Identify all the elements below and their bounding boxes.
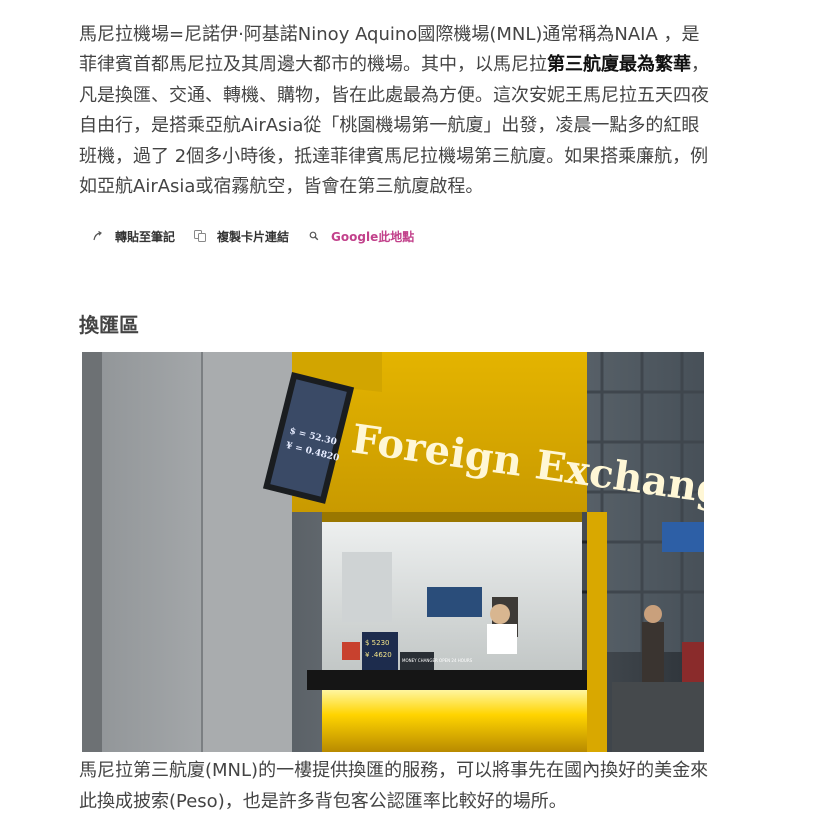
copy-icon bbox=[191, 227, 209, 245]
share-arrow-icon bbox=[89, 227, 107, 245]
counter-notice: MONEY CHANGER OPEN 24 HOURS bbox=[402, 658, 473, 663]
counter-rate-1: $ 5230 bbox=[365, 639, 390, 647]
intro-bold-text: 第三航廈最為繁華 bbox=[547, 54, 691, 76]
intro-paragraph: 馬尼拉機場=尼諾伊·阿基諾Ninoy Aquino國際機場(MNL)通常稱為NA… bbox=[79, 20, 709, 202]
action-bar: 轉貼至筆記 複製卡片連結 Google此地點 bbox=[89, 225, 430, 247]
counter-rate-2: ¥ .4620 bbox=[365, 651, 392, 659]
copy-card-link-button[interactable]: 複製卡片連結 bbox=[191, 227, 289, 245]
save-to-note-label: 轉貼至筆記 bbox=[115, 229, 176, 244]
intro-text-2: ，凡是換匯、交通、轉機、購物，皆在此處最為方便。這次安妮王馬尼拉五天四夜自由行，… bbox=[79, 54, 709, 198]
foreign-exchange-photo: $ = 52.30 ¥ = 0.4820 Foreign Exchange MO… bbox=[82, 352, 704, 752]
copy-card-link-label: 複製卡片連結 bbox=[217, 229, 290, 244]
save-to-note-button[interactable]: 轉貼至筆記 bbox=[89, 227, 175, 245]
search-icon bbox=[305, 227, 323, 245]
google-place-link[interactable]: Google此地點 bbox=[305, 227, 414, 245]
google-place-label: Google此地點 bbox=[331, 229, 415, 244]
photo-caption: 馬尼拉第三航廈(MNL)的一樓提供換匯的服務，可以將事先在國內換好的美金來此換成… bbox=[79, 760, 709, 812]
section-title: 換匯區 bbox=[79, 313, 139, 337]
